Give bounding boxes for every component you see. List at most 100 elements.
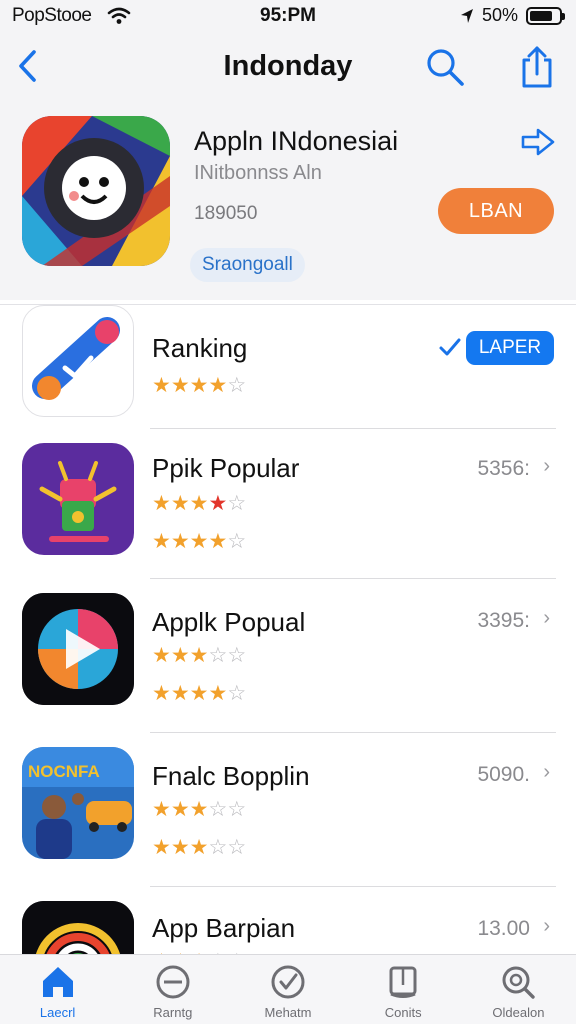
home-icon (42, 967, 73, 997)
tab-search[interactable]: Oldealon (461, 955, 576, 1024)
star-icon: ★ (208, 530, 228, 553)
game-app-icon: NOCNFA (22, 747, 134, 859)
tab-contents[interactable]: Conits (346, 955, 461, 1024)
app-list: Ranking ★★★★☆ LAPER Ppik Popular ★★★★☆ ★… (0, 304, 576, 954)
star-icon: ★ (152, 530, 171, 553)
star-icon: ★ (170, 492, 190, 515)
search-circle-icon (502, 966, 536, 999)
star-icon: ★ (152, 374, 171, 397)
tab-home[interactable]: Laecrl (0, 955, 115, 1024)
battery-percent: 50% (481, 5, 518, 25)
tab-label: Mehatm (264, 1005, 312, 1020)
star-icon: ★ (189, 374, 209, 397)
star-icon: ★ (189, 836, 209, 859)
star-icon: ☆ (227, 836, 247, 859)
list-item[interactable]: Applk Popual ★★★☆☆ ★★★★☆ 3395: › (0, 579, 576, 733)
tab-label: Oldealon (492, 1005, 545, 1020)
featured-app-icon[interactable] (22, 116, 170, 266)
status-right: 50% (460, 5, 565, 26)
star-icon: ★ (189, 492, 209, 515)
check-icon (439, 338, 461, 356)
star-rating: ★★★☆☆ (152, 643, 246, 668)
list-item-value: 3395: (477, 609, 530, 632)
star-icon: ☆ (227, 492, 247, 515)
location-icon (460, 8, 473, 23)
check-circle-icon (271, 965, 305, 999)
star-icon: ★ (208, 682, 228, 705)
list-item[interactable]: NOCNFA Fnalc Bopplin ★★★☆☆ ★★★☆☆ 5090. › (0, 733, 576, 887)
list-item-value: 13.00 (477, 917, 530, 940)
star-icon: ★ (170, 836, 190, 859)
star-icon: ★ (189, 530, 209, 553)
list-item-title: Ranking (152, 333, 248, 363)
arrow-right-icon[interactable] (520, 126, 556, 158)
star-icon: ★ (152, 682, 171, 705)
search-icon[interactable] (424, 46, 466, 88)
star-rating: ★★★★☆ (152, 373, 246, 398)
chevron-right-icon[interactable]: › (543, 915, 550, 938)
popular-app-icon (22, 443, 134, 555)
battery-level (530, 10, 552, 21)
star-icon: ★ (170, 374, 190, 397)
list-item-title: Fnalc Bopplin (152, 761, 310, 791)
list-item[interactable]: App Barpian ★★★☆☆ 13.00 › (0, 887, 576, 954)
star-icon: ☆ (227, 644, 247, 667)
star-icon: ☆ (227, 798, 247, 821)
star-rating: ★★★★☆ (152, 681, 246, 706)
header: Indonday Appln INdonesiai INitbonnss Aln… (0, 32, 576, 300)
list-item-title: Ppik Popular (152, 453, 300, 483)
star-icon: ★ (152, 798, 171, 821)
list-item[interactable]: Ppik Popular ★★★★☆ ★★★★☆ 5356: › (0, 429, 576, 579)
nav-bar: Indonday (0, 44, 576, 90)
star-icon: ★ (189, 798, 209, 821)
star-rating: ★★★★☆ (152, 491, 246, 516)
ranking-icon (156, 965, 190, 999)
star-icon: ★ (170, 798, 190, 821)
page-title: Indonday (223, 50, 353, 82)
tab-label: Rarntg (153, 1005, 193, 1020)
star-icon: ★ (152, 492, 171, 515)
list-item-value: 5356: (477, 457, 530, 480)
battery-icon (526, 6, 565, 25)
star-icon: ★ (208, 374, 228, 397)
book-icon (389, 966, 417, 998)
star-icon: ★ (170, 530, 190, 553)
star-icon: ★ (170, 682, 190, 705)
star-icon: ☆ (208, 836, 228, 859)
star-icon: ☆ (227, 682, 247, 705)
svg-text:NOCNFA: NOCNFA (28, 762, 100, 781)
play-app-icon (22, 593, 134, 705)
star-icon: ☆ (208, 644, 228, 667)
status-bar: PopStooe 95:PM 50% (0, 0, 576, 32)
chevron-right-icon[interactable]: › (543, 455, 550, 478)
featured-app-title[interactable]: Appln INdonesiai (194, 126, 398, 157)
category-chip[interactable]: Sraongoall (190, 248, 305, 282)
star-icon: ★ (208, 492, 228, 515)
rainbow-app-icon (22, 901, 134, 954)
star-icon: ☆ (227, 530, 247, 553)
star-rating: ★★★☆☆ (152, 835, 246, 860)
list-item-value: 5090. (477, 763, 530, 786)
ranking-app-icon (22, 305, 134, 417)
list-item-title: Applk Popual (152, 607, 306, 637)
featured-app-subtitle: INitbonnss Aln (194, 162, 322, 184)
star-icon: ★ (152, 836, 171, 859)
share-icon[interactable] (516, 44, 558, 90)
tab-label: Laecrl (39, 1005, 76, 1020)
star-icon: ☆ (227, 374, 247, 397)
action-button[interactable]: LAPER (466, 331, 554, 365)
tab-bar: Laecrl Rarntg Mehatm Conits Oldealon (0, 954, 576, 1024)
chevron-right-icon[interactable]: › (543, 761, 550, 784)
featured-app-count: 189050 (194, 203, 258, 224)
list-item-title: App Barpian (152, 913, 296, 943)
star-icon: ★ (189, 644, 209, 667)
tab-ranking[interactable]: Rarntg (115, 955, 230, 1024)
chevron-right-icon[interactable]: › (543, 607, 550, 630)
star-rating: ★★★★☆ (152, 529, 246, 554)
tab-check[interactable]: Mehatm (230, 955, 345, 1024)
tab-label: Conits (384, 1005, 422, 1020)
star-rating: ★★★☆☆ (152, 797, 246, 822)
get-button[interactable]: LBAN (438, 188, 554, 234)
star-icon: ★ (189, 682, 209, 705)
star-icon: ★ (152, 644, 171, 667)
